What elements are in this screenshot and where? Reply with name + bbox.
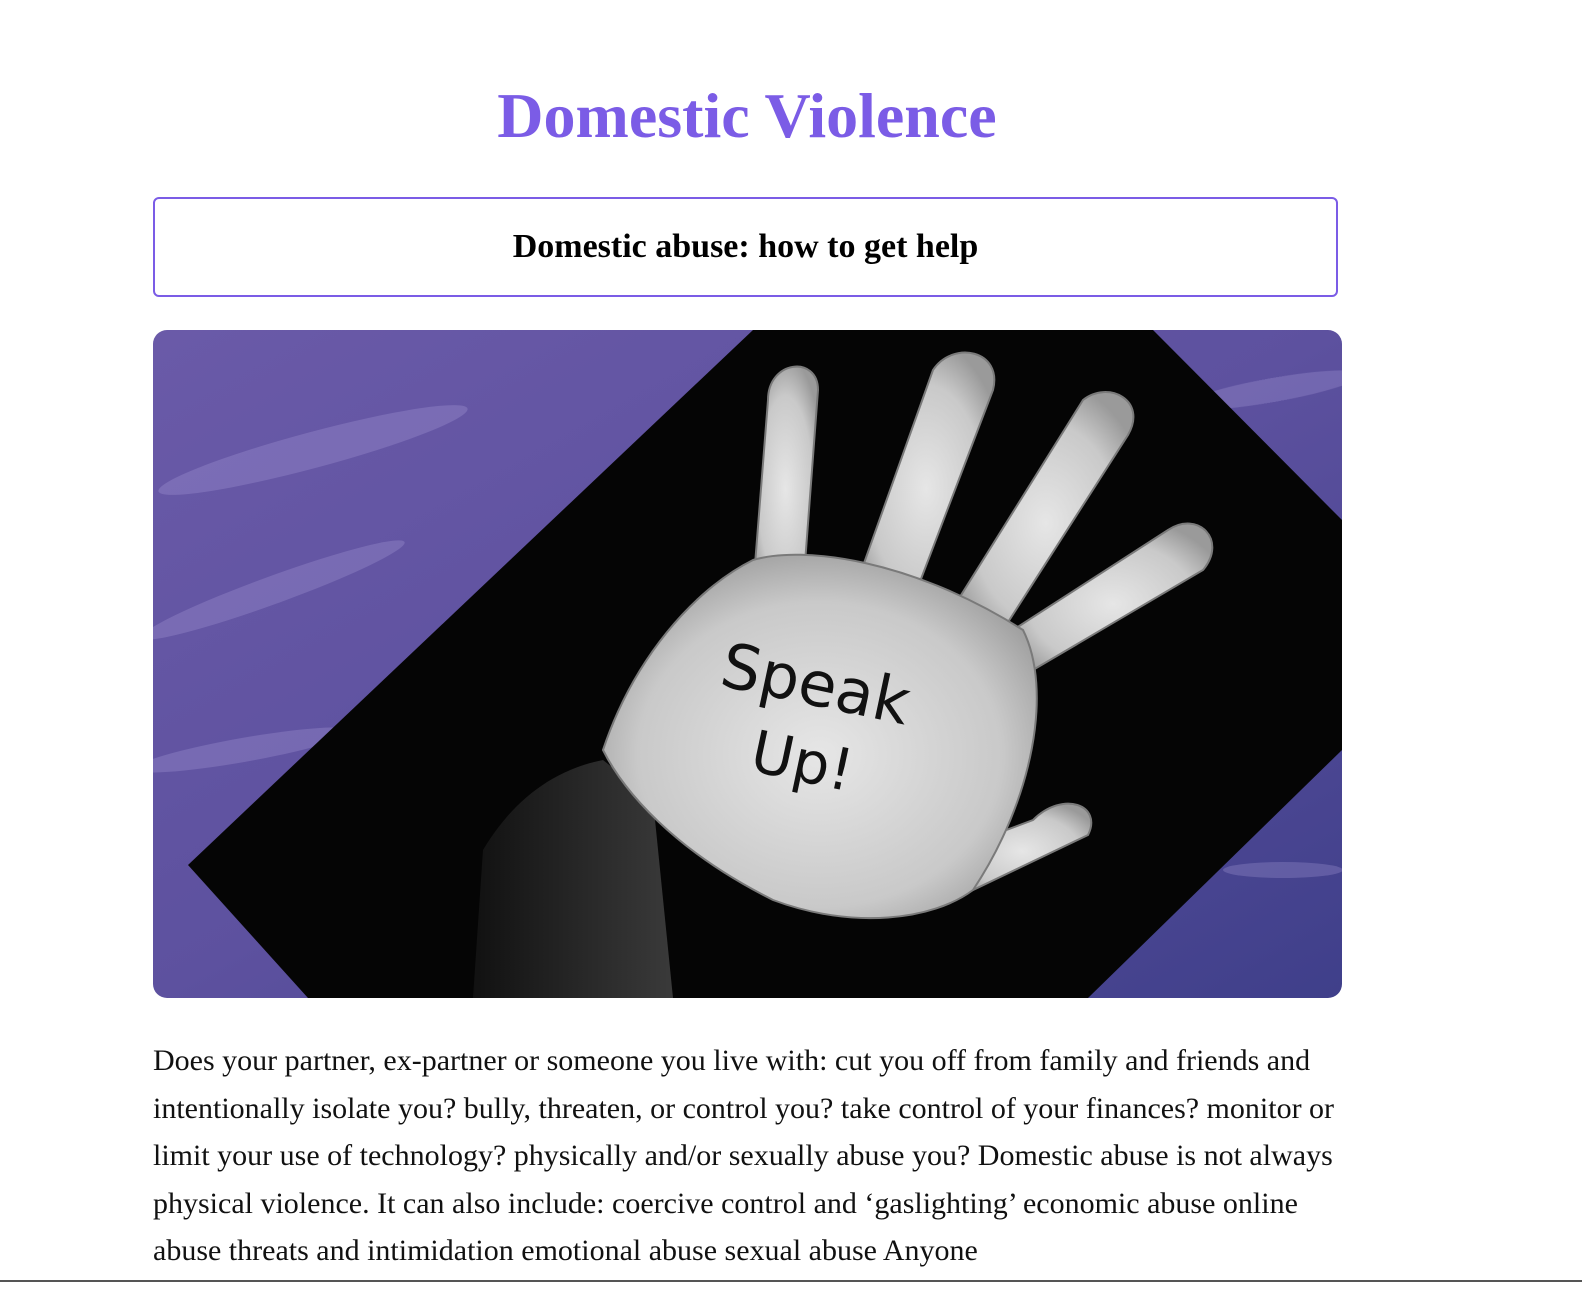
subtitle-heading: Domestic abuse: how to get help — [512, 228, 979, 265]
article-paragraph: Does your partner, ex-partner or someone… — [153, 1044, 1335, 1267]
hero-image: Speak Up! — [153, 330, 1342, 998]
page-title: Domestic Violence — [497, 80, 997, 151]
speak-up-hand-image: Speak Up! — [153, 330, 1342, 998]
divider — [0, 1280, 1582, 1282]
subtitle-card: Domestic abuse: how to get help — [153, 197, 1338, 297]
